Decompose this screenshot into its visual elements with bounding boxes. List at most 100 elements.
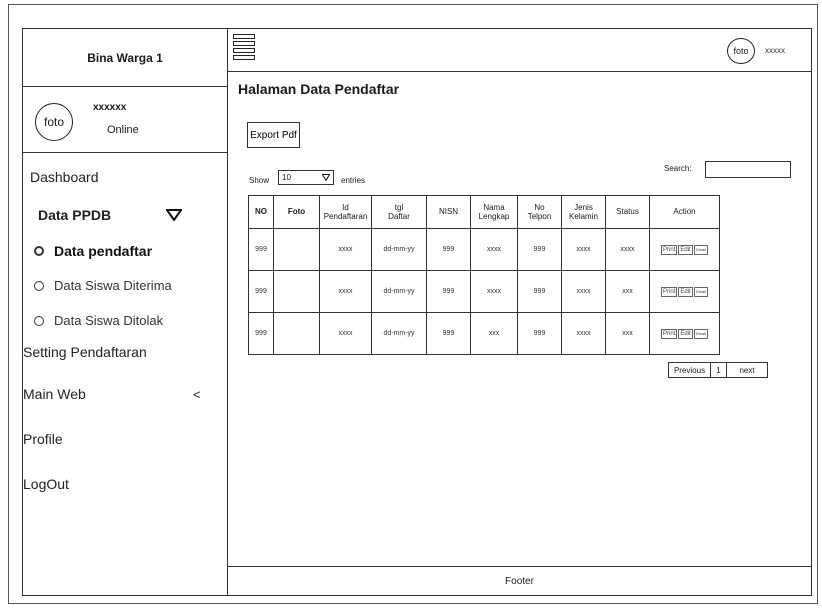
radio-circle-icon bbox=[34, 246, 44, 256]
sidebar-item-label: Data Siswa Diterima bbox=[54, 278, 172, 293]
avatar: foto bbox=[35, 103, 73, 141]
cell-foto bbox=[273, 270, 320, 313]
pagination-next-button[interactable]: next bbox=[727, 363, 767, 377]
cell-nama: xxxx bbox=[470, 270, 518, 313]
export-pdf-button[interactable]: Export Pdf bbox=[247, 122, 300, 148]
data-table: NO Foto Id Pendaftaran tgl Daftar NISN Nam… bbox=[248, 195, 720, 355]
table-row: 999 xxxx dd-mm-yy 999 xxxx 999 xxxx xxxx… bbox=[248, 228, 720, 271]
footer-label: Footer bbox=[505, 575, 534, 587]
detail-button[interactable]: Detail bbox=[693, 286, 708, 297]
radio-circle-icon bbox=[34, 315, 44, 326]
header-line: Daftar bbox=[388, 212, 410, 221]
cell-nama: xxx bbox=[470, 312, 518, 355]
header-line: tgl bbox=[394, 202, 404, 212]
cell-tgl: dd-mm-yy bbox=[371, 312, 427, 355]
header-line: Kelamin bbox=[569, 212, 598, 221]
print-button[interactable]: Print bbox=[661, 328, 678, 339]
sidebar-item-data-ppdb[interactable]: Data PPDB bbox=[38, 207, 111, 223]
col-header-id[interactable]: Id Pendaftaran bbox=[319, 195, 372, 229]
col-header-nisn[interactable]: NISN bbox=[426, 195, 471, 229]
cell-status: xxxx bbox=[605, 228, 650, 271]
col-header-action: Action bbox=[649, 195, 720, 229]
col-header-no[interactable]: NO bbox=[248, 195, 274, 229]
cell-id: xxxx bbox=[319, 270, 372, 313]
edit-button[interactable]: Edit bbox=[678, 286, 693, 297]
main-content: Halaman Data Pendaftar Export Pdf Show 1… bbox=[228, 72, 812, 566]
detail-button[interactable]: Detail bbox=[693, 244, 708, 255]
header-line: Telpon bbox=[527, 212, 552, 221]
sidebar-item-data-siswa-diterima[interactable]: Data Siswa Diterima bbox=[34, 278, 172, 293]
edit-button[interactable]: Edit bbox=[678, 244, 693, 255]
header-line: Jenis bbox=[574, 202, 593, 212]
hamburger-menu-icon[interactable] bbox=[233, 34, 257, 64]
sidebar-item-data-pendaftar[interactable]: Data pendaftar bbox=[34, 243, 152, 259]
detail-button[interactable]: Detail bbox=[693, 328, 708, 339]
cell-tgl: dd-mm-yy bbox=[371, 270, 427, 313]
cell-no: 999 bbox=[248, 312, 274, 355]
pagination-previous-button[interactable]: Previous bbox=[669, 363, 711, 377]
page-title: Halaman Data Pendaftar bbox=[238, 81, 400, 97]
top-avatar[interactable]: foto bbox=[727, 38, 755, 64]
col-header-nama[interactable]: Nama Lengkap bbox=[470, 195, 518, 229]
cell-tgl: dd-mm-yy bbox=[371, 228, 427, 271]
entries-select[interactable]: 10 bbox=[278, 170, 334, 185]
table-row: 999 xxxx dd-mm-yy 999 xxxx 999 xxxx xxx … bbox=[248, 270, 720, 313]
col-header-foto[interactable]: Foto bbox=[273, 195, 320, 229]
table-row: 999 xxxx dd-mm-yy 999 xxx 999 xxxx xxx P… bbox=[248, 312, 720, 355]
cell-nisn: 999 bbox=[426, 228, 471, 271]
cell-nisn: 999 bbox=[426, 270, 471, 313]
cell-jk: xxxx bbox=[561, 312, 606, 355]
edit-button[interactable]: Edit bbox=[678, 328, 693, 339]
footer: Footer bbox=[228, 566, 812, 596]
table-header-row: NO Foto Id Pendaftaran tgl Daftar NISN Nam… bbox=[248, 195, 720, 229]
sidebar-item-setting-pendaftaran[interactable]: Setting Pendaftaran bbox=[23, 344, 147, 360]
sidebar-item-main-web[interactable]: Main Web bbox=[23, 386, 86, 402]
header-line: Pendaftaran bbox=[323, 212, 368, 221]
sidebar: Bina Warga 1 foto xxxxxx Online bbox=[22, 28, 228, 596]
sidebar-item-label: Data Siswa Ditolak bbox=[54, 313, 164, 328]
header-line: No bbox=[534, 202, 545, 212]
col-header-jk[interactable]: Jenis Kelamin bbox=[561, 195, 606, 229]
cell-foto bbox=[273, 228, 320, 271]
cell-foto bbox=[273, 312, 320, 355]
cell-no: 999 bbox=[248, 270, 274, 313]
col-header-telp[interactable]: No Telpon bbox=[517, 195, 562, 229]
pagination-page-button[interactable]: 1 bbox=[711, 363, 727, 377]
print-button[interactable]: Print bbox=[661, 286, 678, 297]
search-input[interactable] bbox=[705, 161, 791, 178]
sidebar-item-logout[interactable]: LogOut bbox=[23, 476, 69, 492]
cell-action: Print Edit Detail bbox=[649, 228, 720, 271]
sidebar-item-profile[interactable]: Profile bbox=[23, 431, 63, 447]
show-label: Show bbox=[249, 176, 270, 185]
cell-status: xxx bbox=[605, 312, 650, 355]
print-button[interactable]: Print bbox=[661, 244, 678, 255]
cell-jk: xxxx bbox=[561, 270, 606, 313]
sidebar-item-dashboard[interactable]: Dashboard bbox=[30, 169, 99, 185]
cell-telp: 999 bbox=[517, 270, 562, 313]
sidebar-item-data-siswa-ditolak[interactable]: Data Siswa Ditolak bbox=[34, 313, 163, 328]
entries-select-value: 10 bbox=[282, 173, 291, 182]
col-header-tgl[interactable]: tgl Daftar bbox=[371, 195, 427, 229]
sidebar-item-label: Data pendaftar bbox=[54, 243, 153, 259]
cell-jk: xxxx bbox=[561, 228, 606, 271]
cell-action: Print Edit Detail bbox=[649, 270, 720, 313]
header-line: Lengkap bbox=[478, 212, 510, 221]
header-line: Nama bbox=[483, 202, 505, 212]
user-status: Online bbox=[107, 124, 139, 136]
cell-nama: xxxx bbox=[470, 228, 518, 271]
pagination: Previous 1 next bbox=[668, 362, 768, 378]
header-line: Id bbox=[342, 202, 349, 212]
chevron-down-icon bbox=[322, 174, 330, 181]
cell-id: xxxx bbox=[319, 312, 372, 355]
cell-telp: 999 bbox=[517, 228, 562, 271]
chevron-down-icon[interactable] bbox=[166, 209, 182, 221]
col-header-status[interactable]: Status bbox=[605, 195, 650, 229]
chevron-left-icon[interactable]: < bbox=[193, 387, 201, 402]
cell-no: 999 bbox=[248, 228, 274, 271]
cell-id: xxxx bbox=[319, 228, 372, 271]
user-panel: foto xxxxxx Online bbox=[23, 87, 227, 153]
cell-action: Print Edit Detail bbox=[649, 312, 720, 355]
radio-circle-icon bbox=[34, 280, 44, 291]
user-name: xxxxxx bbox=[93, 102, 127, 113]
top-bar: foto xxxxx bbox=[228, 28, 812, 72]
